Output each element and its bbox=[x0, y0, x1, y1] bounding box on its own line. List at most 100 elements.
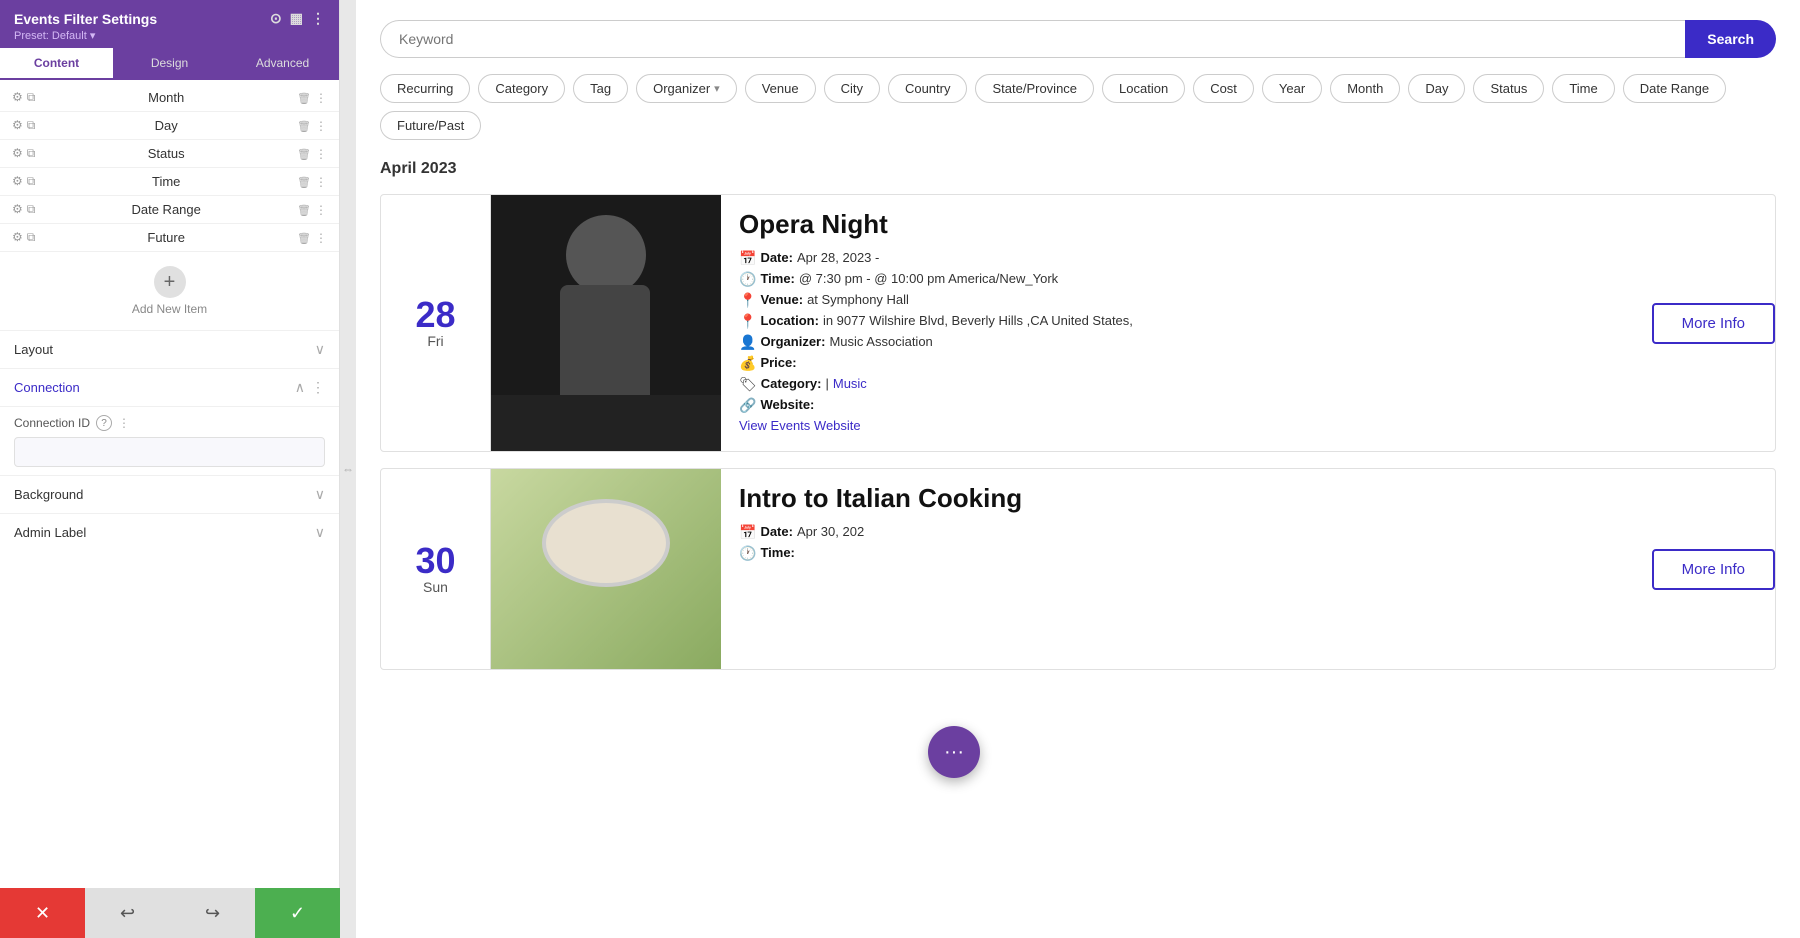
filter-pill[interactable]: Future/Past bbox=[380, 111, 481, 140]
copy-icon[interactable] bbox=[27, 146, 36, 161]
event-image bbox=[491, 469, 721, 669]
delete-icon[interactable] bbox=[297, 119, 311, 133]
help-icon[interactable]: ? bbox=[96, 415, 112, 431]
redo-button[interactable]: ↪ bbox=[170, 888, 255, 938]
filter-pill[interactable]: Organizer▾ bbox=[636, 74, 737, 103]
gear-icon[interactable] bbox=[12, 174, 23, 189]
filter-pill[interactable]: Month bbox=[1330, 74, 1400, 103]
pill-label: Month bbox=[1347, 81, 1383, 96]
event-date-box: 30 Sun bbox=[381, 469, 491, 669]
pill-label: Date Range bbox=[1640, 81, 1709, 96]
filter-item-name: Future bbox=[41, 230, 291, 245]
add-item-label: Add New Item bbox=[132, 302, 207, 316]
pill-label: Organizer bbox=[653, 81, 710, 96]
add-new-item-button[interactable]: + Add New Item bbox=[0, 252, 339, 330]
layout-section[interactable]: Layout ∨ bbox=[0, 330, 339, 368]
drag-icon[interactable] bbox=[315, 175, 327, 189]
website-label: Website: bbox=[760, 397, 814, 412]
pill-label: Recurring bbox=[397, 81, 453, 96]
connection-id-input[interactable] bbox=[14, 437, 325, 467]
venue-value: at Symphony Hall bbox=[807, 292, 909, 307]
copy-icon[interactable] bbox=[27, 174, 36, 189]
drag-icon[interactable] bbox=[315, 147, 327, 161]
layout-icon[interactable]: ▦ bbox=[290, 10, 303, 27]
delete-icon[interactable] bbox=[297, 147, 311, 161]
tab-design[interactable]: Design bbox=[113, 48, 226, 80]
drag-icon[interactable] bbox=[315, 119, 327, 133]
filter-pill[interactable]: Date Range bbox=[1623, 74, 1726, 103]
delete-icon[interactable] bbox=[297, 91, 311, 105]
item-setting-icons bbox=[12, 146, 35, 161]
floating-orb-button[interactable]: ··· bbox=[928, 726, 980, 778]
meta-date: 📅 Date: Apr 30, 202 bbox=[739, 524, 1624, 541]
event-details: Intro to Italian Cooking 📅 Date: Apr 30,… bbox=[721, 469, 1642, 669]
copy-icon[interactable] bbox=[27, 202, 36, 217]
filter-pill[interactable]: State/Province bbox=[975, 74, 1094, 103]
focus-icon[interactable]: ⊙ bbox=[270, 10, 282, 27]
event-date-day: Fri bbox=[427, 333, 443, 349]
category-link[interactable]: Music bbox=[833, 376, 867, 391]
drag-icon[interactable] bbox=[315, 231, 327, 245]
opera-image-placeholder bbox=[491, 195, 721, 395]
delete-icon[interactable] bbox=[297, 231, 311, 245]
item-action-icons bbox=[297, 91, 327, 105]
filter-pill[interactable]: Venue bbox=[745, 74, 816, 103]
pill-label: Tag bbox=[590, 81, 611, 96]
event-image bbox=[491, 195, 721, 451]
copy-icon[interactable] bbox=[27, 230, 36, 245]
gear-icon[interactable] bbox=[12, 90, 23, 105]
background-section[interactable]: Background ∨ bbox=[0, 475, 339, 513]
more-icon[interactable]: ⋮ bbox=[311, 10, 325, 27]
copy-icon[interactable] bbox=[27, 118, 36, 133]
person-icon: 👤 bbox=[739, 334, 756, 351]
filter-pill[interactable]: City bbox=[824, 74, 880, 103]
panel-preset[interactable]: Preset: Default ▾ bbox=[14, 29, 325, 42]
organizer-label: Organizer: bbox=[760, 334, 825, 349]
filter-pill[interactable]: Country bbox=[888, 74, 968, 103]
confirm-button[interactable]: ✓ bbox=[255, 888, 340, 938]
drag-icon[interactable] bbox=[315, 203, 327, 217]
cooking-image-placeholder bbox=[491, 469, 721, 669]
gear-icon[interactable] bbox=[12, 230, 23, 245]
tab-content[interactable]: Content bbox=[0, 48, 113, 80]
filter-pill[interactable]: Cost bbox=[1193, 74, 1254, 103]
filter-pill[interactable]: Tag bbox=[573, 74, 628, 103]
search-input[interactable] bbox=[380, 20, 1685, 58]
category-value: | bbox=[825, 376, 828, 391]
undo-button[interactable]: ↩ bbox=[85, 888, 170, 938]
view-events-website-link[interactable]: View Events Website bbox=[739, 418, 861, 433]
event-card-inner: Intro to Italian Cooking 📅 Date: Apr 30,… bbox=[721, 469, 1775, 669]
search-button[interactable]: Search bbox=[1685, 20, 1776, 58]
pill-label: Cost bbox=[1210, 81, 1237, 96]
event-card: 30 Sun Intro to Italian Cooking 📅 Date: … bbox=[380, 468, 1776, 670]
connection-section-header[interactable]: Connection ∧ ⋮ bbox=[0, 368, 339, 406]
filter-pill[interactable]: Year bbox=[1262, 74, 1322, 103]
filter-pill[interactable]: Recurring bbox=[380, 74, 470, 103]
item-setting-icons bbox=[12, 202, 35, 217]
background-label: Background bbox=[14, 487, 83, 502]
chevron-down-icon: ∨ bbox=[315, 341, 325, 358]
drag-icon[interactable] bbox=[315, 91, 327, 105]
more-info-button[interactable]: More Info bbox=[1652, 549, 1775, 590]
gear-icon[interactable] bbox=[12, 118, 23, 133]
gear-icon[interactable] bbox=[12, 146, 23, 161]
filter-pill[interactable]: Location bbox=[1102, 74, 1185, 103]
delete-icon[interactable] bbox=[297, 203, 311, 217]
filter-pill[interactable]: Day bbox=[1408, 74, 1465, 103]
tab-advanced[interactable]: Advanced bbox=[226, 48, 339, 80]
connection-more-icon[interactable]: ⋮ bbox=[311, 379, 325, 396]
cancel-button[interactable]: ✕ bbox=[0, 888, 85, 938]
filter-pill[interactable]: Time bbox=[1552, 74, 1614, 103]
item-setting-icons bbox=[12, 118, 35, 133]
connection-id-more-icon[interactable]: ⋮ bbox=[118, 416, 130, 430]
filter-item-name: Day bbox=[41, 118, 291, 133]
more-info-button[interactable]: More Info bbox=[1652, 303, 1775, 344]
filter-pill[interactable]: Category bbox=[478, 74, 565, 103]
panel-resizer[interactable]: ⇔ bbox=[340, 0, 356, 938]
gear-icon[interactable] bbox=[12, 202, 23, 217]
admin-label-section[interactable]: Admin Label ∨ bbox=[0, 513, 339, 551]
copy-icon[interactable] bbox=[27, 90, 36, 105]
delete-icon[interactable] bbox=[297, 175, 311, 189]
calendar-icon: 📅 bbox=[739, 250, 756, 267]
filter-pill[interactable]: Status bbox=[1473, 74, 1544, 103]
